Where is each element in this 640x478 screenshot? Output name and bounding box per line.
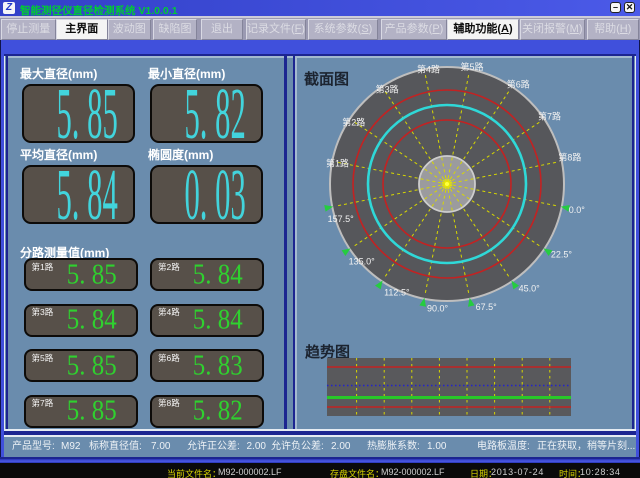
svg-text:112.5°: 112.5° [384,288,410,298]
svg-text:第6路: 第6路 [507,79,530,90]
svg-text:第8路: 第8路 [558,151,581,162]
svg-text:第2路: 第2路 [342,117,365,128]
svg-text:第7路: 第7路 [538,111,561,122]
svg-text:90.0°: 90.0° [427,303,449,313]
svg-text:第1路: 第1路 [326,157,349,168]
svg-text:135.0°: 135.0° [349,256,376,266]
svg-text:第4路: 第4路 [417,64,440,75]
svg-text:22.5°: 22.5° [551,250,573,260]
svg-text:157.5°: 157.5° [328,214,355,224]
svg-text:45.0°: 45.0° [519,284,541,294]
svg-text:0.0°: 0.0° [569,205,586,215]
svg-text:第3路: 第3路 [376,83,399,94]
svg-text:67.5°: 67.5° [476,302,498,312]
svg-text:第5路: 第5路 [461,61,484,72]
